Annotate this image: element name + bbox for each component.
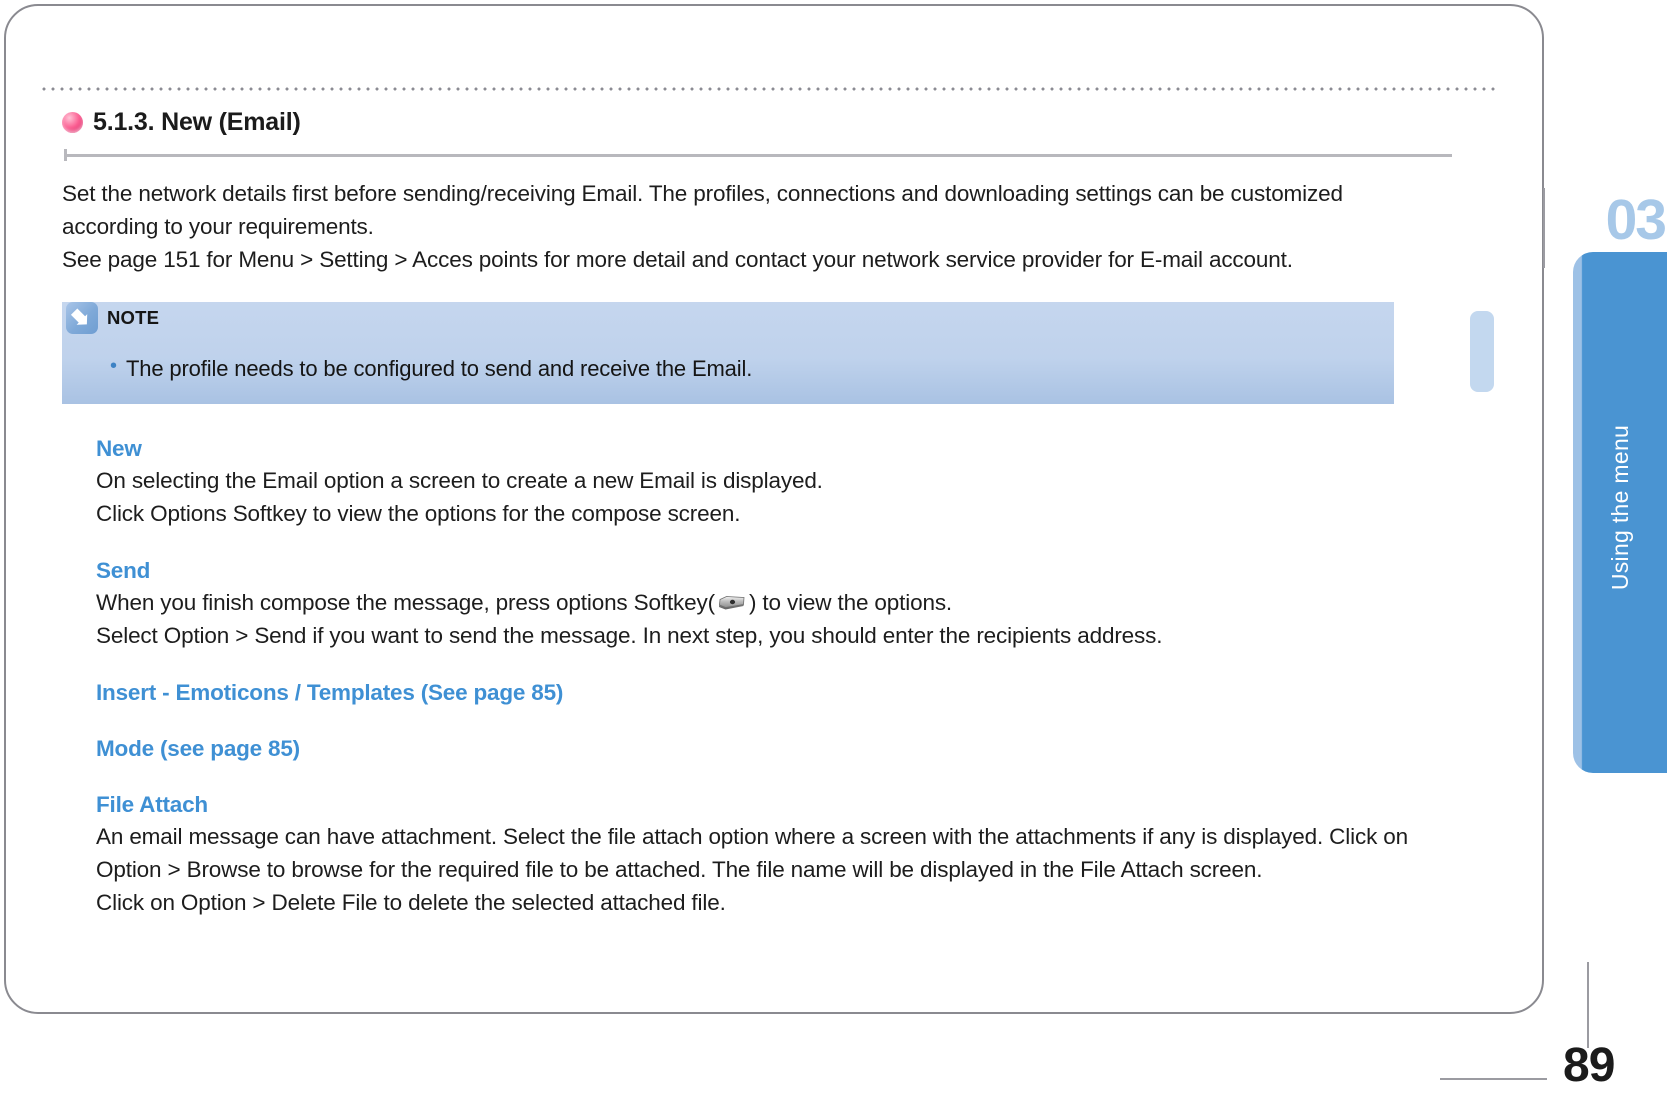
note-header: NOTE <box>66 302 159 334</box>
intro-paragraph-1: Set the network details first before sen… <box>62 181 1343 239</box>
section-heading-rule <box>64 149 1452 161</box>
pink-dot-icon <box>62 111 83 133</box>
new-line-1: On selecting the Email option a screen t… <box>96 468 823 493</box>
send-line-1-after: ) to view the options. <box>748 590 953 615</box>
subsections: New On selecting the Email option a scre… <box>96 434 1441 919</box>
subsection-heading-new: New <box>96 436 142 461</box>
note-callout: NOTE The profile needs to be configured … <box>62 302 1394 404</box>
page-number: 89 <box>1563 1039 1615 1092</box>
top-dotted-rule <box>42 86 1499 92</box>
subsection-heading-insert: Insert - Emoticons / Templates (See page… <box>96 680 564 705</box>
note-arrow-icon <box>66 302 98 334</box>
rule-bar <box>64 154 1452 157</box>
subsection-heading-mode: Mode (see page 85) <box>96 736 300 761</box>
send-line-1-before: When you finish compose the message, pre… <box>96 590 715 615</box>
page-title: 5.1.3. New (Email) <box>93 107 301 136</box>
intro-block: Set the network details first before sen… <box>62 177 1397 276</box>
new-line-2: Click Options Softkey to view the option… <box>96 501 741 526</box>
note-item: The profile needs to be configured to se… <box>110 351 752 384</box>
chapter-number: 03 <box>1605 188 1667 252</box>
chapter-tab-label: Using the menu <box>1606 424 1633 591</box>
subsection-heading-file-attach: File Attach <box>96 792 208 817</box>
file-attach-paragraph-2: Click on Option > Delete File to delete … <box>96 890 726 915</box>
section-heading: 5.1.3. New (Email) <box>62 104 1462 140</box>
intro-paragraph-2: See page 151 for Menu > Setting > Acces … <box>62 247 1293 272</box>
tab-accent-block <box>1470 311 1494 392</box>
softkey-icon <box>717 590 747 610</box>
chapter-tab[interactable]: Using the menu <box>1573 252 1667 773</box>
page-content: 5.1.3. New (Email) Set the network detai… <box>62 104 1462 919</box>
file-attach-paragraph-1: An email message can have attachment. Se… <box>96 824 1409 882</box>
note-item-list: The profile needs to be configured to se… <box>110 351 752 384</box>
note-label: NOTE <box>107 307 160 328</box>
send-line-2: Select Option > Send if you want to send… <box>96 623 1163 648</box>
page-number-vertical-rule <box>1587 962 1589 1048</box>
chapter-number-rule <box>1543 188 1545 268</box>
page-number-horizontal-rule <box>1440 1078 1547 1080</box>
subsection-heading-send: Send <box>96 558 151 583</box>
send-line-1: When you finish compose the message, pre… <box>96 586 1441 619</box>
